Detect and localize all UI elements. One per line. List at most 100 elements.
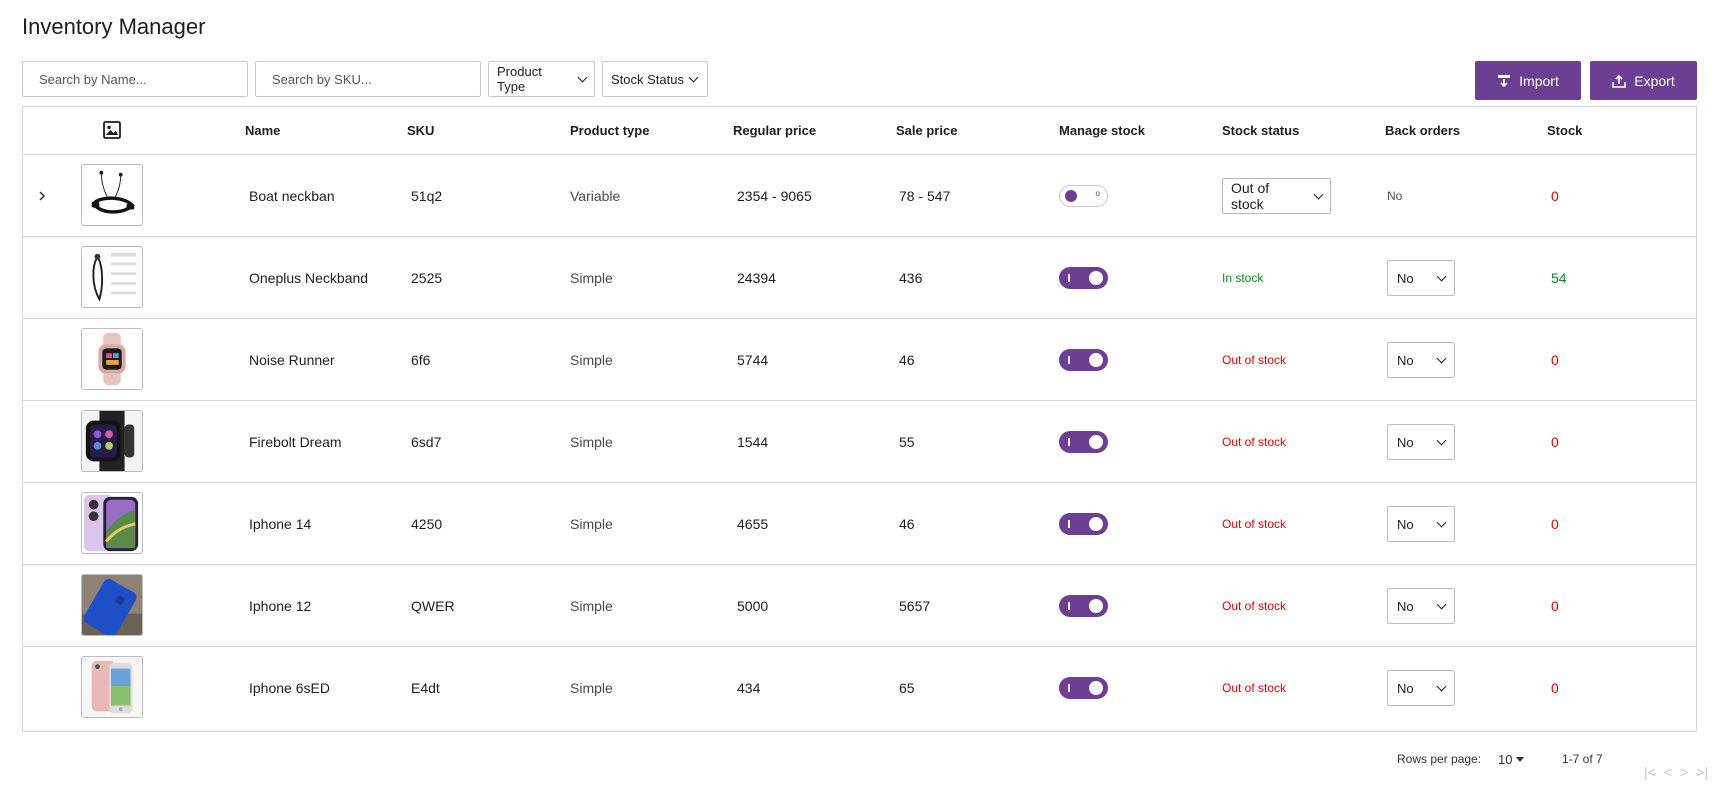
back-orders-value: No: [1397, 598, 1414, 614]
product-thumbnail: [81, 328, 143, 390]
product-sku: QWER: [411, 598, 455, 614]
product-type: Simple: [570, 598, 613, 614]
col-sku[interactable]: SKU: [407, 107, 434, 155]
chevron-down-icon: [577, 72, 588, 82]
expand-row-icon[interactable]: [36, 155, 48, 237]
stock-status-filter-label: Stock Status: [611, 71, 684, 87]
stock-count: 0: [1551, 598, 1559, 614]
regular-price: 5000: [737, 598, 769, 614]
sale-price: 55: [899, 434, 915, 450]
stock-count: 0: [1551, 434, 1559, 450]
back-orders-cell: No: [1387, 401, 1455, 483]
table-row[interactable]: Iphone 12 QWER Simple 5000 5657 Out of s…: [23, 565, 1696, 647]
caret-down-icon: [1516, 757, 1525, 762]
next-page-icon[interactable]: >: [1680, 764, 1688, 780]
back-orders-select[interactable]: No: [1387, 424, 1455, 460]
manage-stock-toggle[interactable]: [1059, 349, 1108, 371]
manage-stock-toggle[interactable]: [1059, 595, 1108, 617]
product-name: Firebolt Dream: [249, 434, 342, 450]
product-type: Simple: [570, 270, 613, 286]
pager-controls: |< < > >|: [1644, 764, 1708, 780]
product-name: Iphone 12: [249, 598, 312, 614]
stock-status-text: Out of stock: [1222, 599, 1287, 613]
sale-price: 46: [899, 516, 915, 532]
image-icon: [103, 121, 121, 141]
back-orders-value: No: [1397, 352, 1414, 368]
stock-status-text: Out of stock: [1222, 353, 1287, 367]
product-type: Simple: [570, 352, 613, 368]
inventory-table: Name SKU Product type Regular price Sale…: [22, 106, 1697, 732]
back-orders-cell: No: [1387, 155, 1402, 237]
table-row[interactable]: Noise Runner 6f6 Simple 5744 46 Out of s…: [23, 319, 1696, 401]
manage-stock-cell: [1059, 319, 1108, 401]
sale-price: 78 - 547: [899, 188, 951, 204]
manage-stock-toggle[interactable]: [1059, 677, 1108, 699]
table-row[interactable]: Firebolt Dream 6sd7 Simple 1544 55 Out o…: [23, 401, 1696, 483]
rows-per-page-select[interactable]: 10: [1498, 752, 1525, 767]
back-orders-select[interactable]: No: [1387, 588, 1455, 624]
chevron-down-icon: [1436, 271, 1447, 281]
manage-stock-toggle[interactable]: o: [1059, 185, 1108, 207]
chevron-down-icon: [1436, 681, 1447, 691]
col-stock[interactable]: Stock: [1547, 107, 1582, 155]
chevron-down-icon: [1436, 599, 1447, 609]
chevron-down-icon: [1436, 353, 1447, 363]
product-name: Noise Runner: [249, 352, 335, 368]
stock-count: 54: [1551, 270, 1567, 286]
col-stock-status[interactable]: Stock status: [1222, 107, 1299, 155]
stock-status-select[interactable]: Out of stock: [1222, 178, 1331, 214]
col-manage-stock[interactable]: Manage stock: [1059, 107, 1145, 155]
product-type: Simple: [570, 680, 613, 696]
search-name-input[interactable]: [22, 61, 248, 97]
chevron-down-icon: [1313, 189, 1324, 199]
stock-status-cell: Out of stock: [1222, 155, 1331, 237]
back-orders-select[interactable]: No: [1387, 260, 1455, 296]
col-product-type[interactable]: Product type: [570, 107, 649, 155]
table-row[interactable]: Iphone 6sED E4dt Simple 434 65 Out of st…: [23, 647, 1696, 729]
chevron-down-icon: [1436, 435, 1447, 445]
product-sku: 4250: [411, 516, 443, 532]
stock-status-text: Out of stock: [1222, 517, 1287, 531]
back-orders-value: No: [1397, 434, 1414, 450]
table-row[interactable]: Boat neckban 51q2 Variable 2354 - 9065 7…: [23, 155, 1696, 237]
manage-stock-toggle[interactable]: [1059, 267, 1108, 289]
back-orders-select[interactable]: No: [1387, 670, 1455, 706]
table-header: Name SKU Product type Regular price Sale…: [23, 107, 1696, 155]
back-orders-value: No: [1397, 516, 1414, 532]
manage-stock-toggle[interactable]: [1059, 513, 1108, 535]
toggle-off-label: o: [1095, 189, 1100, 198]
rows-per-page-value: 10: [1498, 752, 1513, 767]
product-sku: 6f6: [411, 352, 431, 368]
product-name: Iphone 14: [249, 516, 312, 532]
export-button[interactable]: Export: [1590, 61, 1697, 100]
stock-status-filter[interactable]: Stock Status: [602, 61, 708, 97]
manage-stock-cell: [1059, 483, 1108, 565]
stock-status-text: In stock: [1222, 271, 1264, 285]
regular-price: 1544: [737, 434, 769, 450]
last-page-icon[interactable]: >|: [1696, 764, 1708, 780]
table-row[interactable]: Iphone 14 4250 Simple 4655 46 Out of sto…: [23, 483, 1696, 565]
stock-status-value: Out of stock: [1231, 180, 1270, 212]
product-type: Simple: [570, 516, 613, 532]
regular-price: 4655: [737, 516, 769, 532]
col-back-orders[interactable]: Back orders: [1385, 107, 1460, 155]
col-sale-price[interactable]: Sale price: [896, 107, 957, 155]
import-button[interactable]: Import: [1475, 61, 1581, 100]
product-thumbnail: [81, 656, 143, 718]
search-sku-input[interactable]: [255, 61, 481, 97]
product-type-filter[interactable]: Product Type: [488, 61, 595, 97]
sale-price: 5657: [899, 598, 931, 614]
first-page-icon[interactable]: |<: [1644, 764, 1656, 780]
back-orders-select[interactable]: No: [1387, 506, 1455, 542]
prev-page-icon[interactable]: <: [1664, 764, 1672, 780]
product-sku: E4dt: [411, 680, 440, 696]
col-regular-price[interactable]: Regular price: [733, 107, 816, 155]
manage-stock-toggle[interactable]: [1059, 431, 1108, 453]
back-orders-select[interactable]: No: [1387, 342, 1455, 378]
table-row[interactable]: Oneplus Neckband 2525 Simple 24394 436 I…: [23, 237, 1696, 319]
import-button-label: Import: [1519, 72, 1559, 89]
regular-price: 2354 - 9065: [737, 188, 812, 204]
col-name[interactable]: Name: [245, 107, 280, 155]
back-orders-cell: No: [1387, 647, 1455, 729]
regular-price: 24394: [737, 270, 776, 286]
